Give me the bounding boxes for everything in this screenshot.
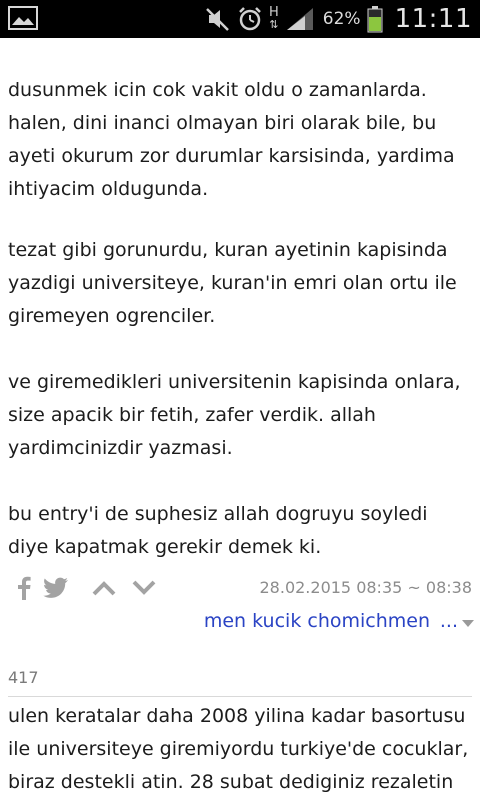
mute-icon: [205, 6, 231, 32]
more-menu[interactable]: ...: [440, 610, 474, 632]
twitter-icon[interactable]: [42, 574, 70, 602]
entry-paragraph: ve giremedikleri universitenin kapisinda…: [8, 371, 461, 459]
entry-actions: 28.02.2015 08:35 ~ 08:38: [0, 570, 480, 606]
author-row: men kucik chomichmen ...: [0, 606, 480, 640]
author-link[interactable]: men kucik chomichmen: [204, 610, 430, 632]
battery-percent: 62%: [322, 9, 361, 29]
entry-date: 28.02.2015 08:35 ~ 08:38: [259, 578, 473, 597]
gallery-icon[interactable]: [8, 6, 38, 30]
upvote-icon[interactable]: [90, 574, 118, 602]
entry-paragraph: tezat gibi gorunurdu, kuran ayetinin kap…: [8, 239, 457, 327]
alarm-icon: [237, 6, 263, 32]
divider: [8, 696, 472, 697]
entry-paragraph: ulen keratalar daha 2008 yilina kadar ba…: [8, 705, 469, 793]
downvote-icon[interactable]: [130, 574, 158, 602]
chevron-down-icon: [462, 619, 474, 627]
entry-paragraph: bu entry'i de suphesiz allah dogruyu soy…: [8, 503, 428, 558]
facebook-icon[interactable]: [10, 574, 38, 602]
signal-icon: [285, 6, 315, 32]
entry-number: 417: [8, 668, 39, 687]
clock: 11:11: [394, 4, 472, 34]
h-network-icon: H ⇅: [268, 5, 279, 31]
battery-icon: [367, 5, 383, 33]
entry-content: dusunmek icin cok vakit oldu o zamanlard…: [0, 38, 480, 800]
status-bar: H ⇅ 62% 11:11: [0, 0, 480, 38]
entry-paragraph: dusunmek icin cok vakit oldu o zamanlard…: [8, 79, 455, 200]
more-label: ...: [439, 610, 458, 632]
